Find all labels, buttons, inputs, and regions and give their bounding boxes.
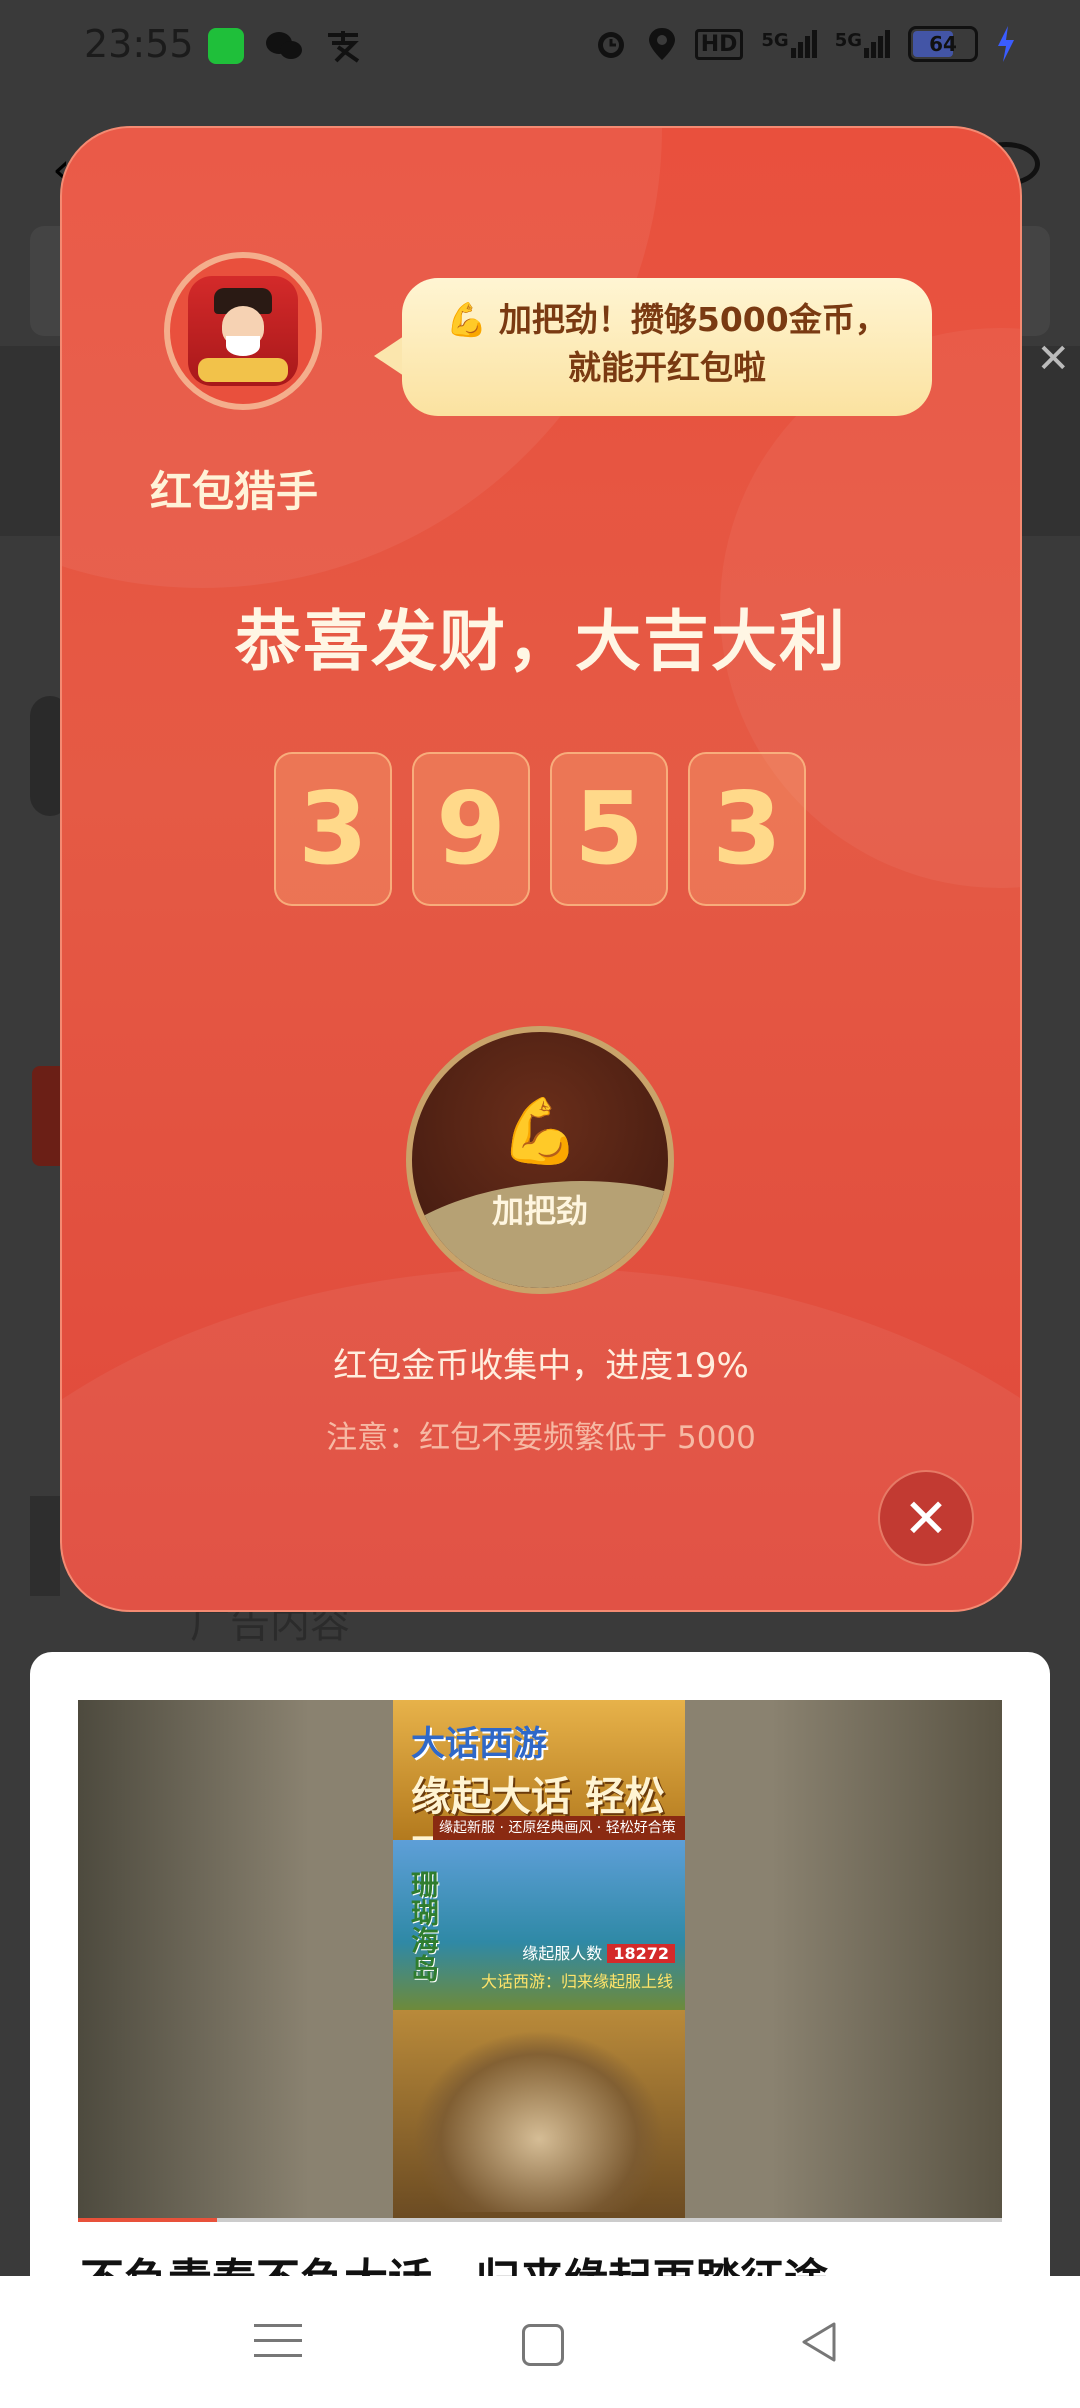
close-button[interactable]: ✕	[878, 1470, 974, 1566]
coin-digit: 3	[688, 752, 806, 906]
bubble-line-2: 就能开红包啦	[568, 348, 766, 387]
game-poster: 大话西游 缘起大话 轻松西游 缘起新服 · 还原经典画风 · 轻松好合策略 珊瑚…	[393, 1700, 685, 2222]
back-icon[interactable]	[790, 2312, 850, 2372]
status-right-icons: HD 5G 5G 64	[593, 26, 1016, 62]
coin-digit: 5	[550, 752, 668, 906]
poster-player-count: 缘起服人数 18272	[522, 1940, 675, 1964]
speech-bubble-tail	[374, 336, 404, 376]
home-icon[interactable]	[522, 2324, 564, 2366]
avatar	[164, 252, 322, 410]
red-packet-dialog: 红包猎手 💪 加把劲！攒够5000金币， 就能开红包啦 恭喜发财，大吉大利 3 …	[60, 126, 1022, 1612]
poster-island-label: 珊瑚海岛	[407, 1870, 440, 1982]
progress-text: 红包金币收集中，进度19%	[333, 1346, 749, 1386]
coin-digit: 3	[274, 752, 392, 906]
poster-open-text: 大话西游：归来缘起服上线	[480, 1972, 673, 1991]
app-icon	[208, 28, 244, 64]
ad-card[interactable]: 大话西游 缘起大话 轻松西游 缘起新服 · 还原经典画风 · 轻松好合策略 珊瑚…	[30, 1652, 1050, 2302]
status-bar: 23:55 HD 5G 5G 64	[0, 0, 1080, 96]
headline: 恭喜发财，大吉大利	[235, 603, 847, 680]
speech-bubble: 💪 加把劲！攒够5000金币， 就能开红包啦	[402, 278, 932, 416]
flexed-arm-icon: 💪	[500, 1095, 580, 1169]
wechat-icon	[266, 32, 302, 59]
boost-label: 加把劲	[491, 1192, 588, 1230]
status-time: 23:55	[84, 22, 194, 66]
navigation-bar	[0, 2276, 1080, 2408]
battery-icon: 64	[908, 26, 978, 62]
hunter-name: 红包猎手	[150, 467, 319, 516]
location-icon	[648, 28, 675, 60]
alipay-icon	[328, 31, 360, 63]
alarm-icon	[597, 32, 624, 58]
video-progress-bar	[78, 2218, 1002, 2222]
ad-video[interactable]: 大话西游 缘起大话 轻松西游 缘起新服 · 还原经典画风 · 轻松好合策略 珊瑚…	[78, 1700, 1002, 2222]
poster-title: 大话西游	[411, 1724, 547, 1764]
poster-characters	[413, 2030, 665, 2212]
list-item	[30, 1496, 60, 1596]
coin-digit: 9	[412, 752, 530, 906]
boost-button[interactable]: 💪 加把劲	[406, 1026, 674, 1294]
status-left-icons	[208, 28, 364, 64]
menu-icon[interactable]	[248, 2312, 308, 2372]
charging-icon	[998, 26, 1014, 62]
5g-signal-icon: 5G	[835, 30, 890, 58]
notice-text: 注意：红包不要频繁低于 5000	[326, 1420, 756, 1456]
close-icon: ✕	[1036, 336, 1070, 382]
5g-signal-icon: 5G	[761, 30, 817, 58]
bubble-line-1: 💪 加把劲！攒够5000金币，	[446, 300, 888, 339]
hd-icon: HD	[694, 28, 744, 60]
coin-counter: 3 9 5 3	[274, 752, 806, 906]
